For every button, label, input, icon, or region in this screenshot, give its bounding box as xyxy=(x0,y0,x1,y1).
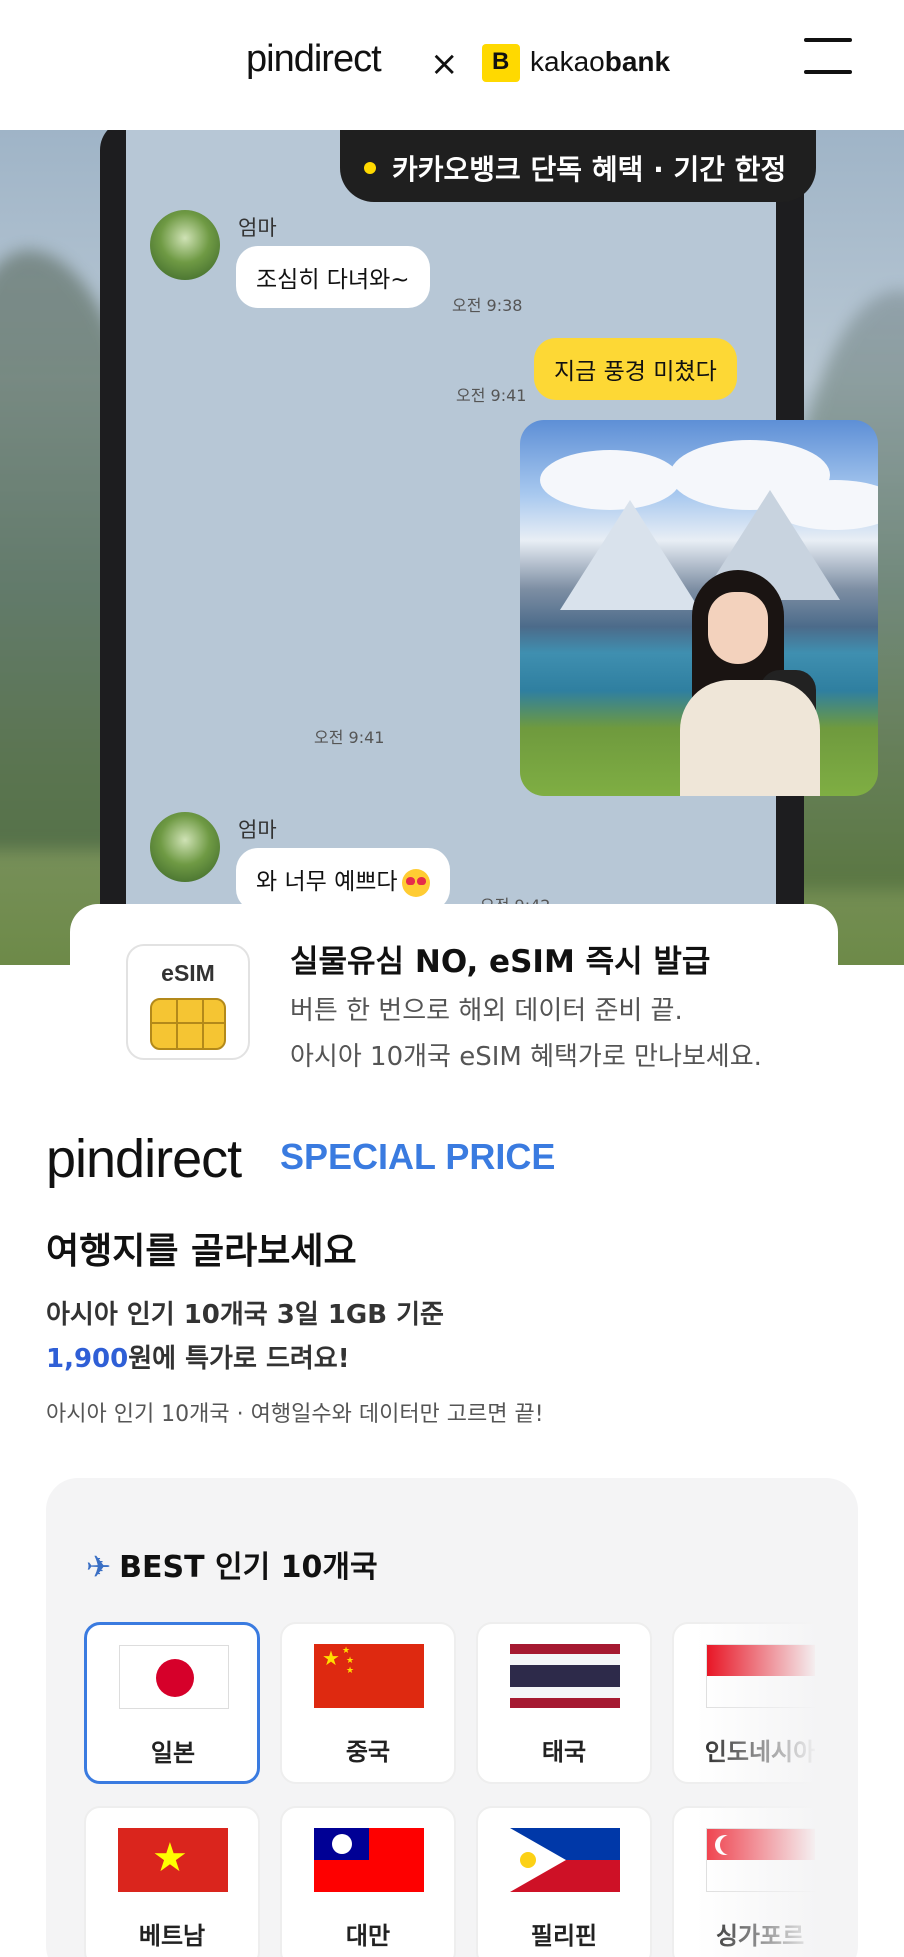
menu-icon[interactable] xyxy=(800,34,856,78)
chat-sender: 엄마 xyxy=(238,216,277,240)
offer-price: 1,900 xyxy=(46,1344,129,1374)
country-label: 베트남 xyxy=(138,1922,206,1950)
kakaobank-wordmark-light: kakao xyxy=(530,46,605,77)
chat-bubble-me: 지금 풍경 미쳤다 xyxy=(534,338,737,400)
china-flag-icon: ★ ★ ★ ★ xyxy=(314,1644,424,1708)
country-label: 싱가포르 xyxy=(715,1922,805,1950)
collab-cross: × xyxy=(430,44,459,84)
country-label: 필리핀 xyxy=(530,1922,598,1950)
avatar xyxy=(150,210,220,280)
country-tile-taiwan[interactable]: 대만 xyxy=(280,1806,456,1957)
chat-bubble-text: 와 너무 예쁘다 xyxy=(256,869,398,895)
chat-screen: 카카오뱅크 단독 혜택 · 기간 한정 엄마 조심히 다녀와~ 오전 9:38 … xyxy=(126,130,878,965)
country-panel: ✈ BEST 인기 10개국 일본 ★ ★ ★ ★ 중국 태국 인도네시아 ★ … xyxy=(46,1478,858,1957)
special-price-tag: SPECIAL PRICE xyxy=(280,1136,556,1177)
top-header: pindirect × B kakaobank xyxy=(0,0,904,130)
vietnam-flag-icon: ★ xyxy=(118,1828,228,1892)
promo-pill: 카카오뱅크 단독 혜택 · 기간 한정 xyxy=(340,130,816,202)
singapore-flag-icon xyxy=(706,1828,816,1892)
chat-photo[interactable] xyxy=(520,420,878,796)
esim-icon: eSIM xyxy=(126,944,250,1060)
taiwan-flag-icon xyxy=(314,1828,424,1892)
kakaobank-wordmark-bold: bank xyxy=(604,46,671,77)
best-countries-label: BEST 인기 10개국 xyxy=(119,1550,378,1585)
country-label: 대만 xyxy=(345,1922,391,1950)
country-label: 인도네시아 xyxy=(704,1738,816,1766)
pindirect-logo[interactable]: pindirect xyxy=(246,38,382,81)
esim-label: eSIM xyxy=(161,960,215,986)
sim-chip-icon xyxy=(150,998,226,1050)
esim-desc-line1: 버튼 한 번으로 해외 데이터 준비 끝. xyxy=(290,996,683,1026)
country-tile-thailand[interactable]: 태국 xyxy=(476,1622,652,1784)
country-tile-vietnam[interactable]: ★ 베트남 xyxy=(84,1806,260,1957)
kakaobank-logo-letter: B xyxy=(492,48,510,75)
country-label: 일본 xyxy=(150,1739,196,1767)
indonesia-flag-icon xyxy=(706,1644,816,1708)
chat-sender: 엄마 xyxy=(238,818,277,842)
chat-bubble: 와 너무 예쁘다 xyxy=(236,848,450,911)
section-title: 여행지를 골라보세요 xyxy=(46,1231,357,1272)
country-label: 태국 xyxy=(541,1738,587,1766)
offer-note: 아시아 인기 10개국 · 여행일수와 데이터만 고르면 끝! xyxy=(46,1402,544,1427)
chat-bubble: 조심히 다녀와~ xyxy=(236,246,430,308)
heart-eyes-emoji-icon xyxy=(401,868,430,897)
offer-line2: 1,900원에 특가로 드려요! xyxy=(46,1338,350,1375)
country-tile-singapore[interactable]: 싱가포르 xyxy=(672,1806,818,1957)
country-tile-philippines[interactable]: 필리핀 xyxy=(476,1806,652,1957)
esim-info-card: eSIM 실물유심 NO, eSIM 즉시 발급 버튼 한 번으로 해외 데이터… xyxy=(70,904,838,1084)
hero-banner: 카카오뱅크 단독 혜택 · 기간 한정 엄마 조심히 다녀와~ 오전 9:38 … xyxy=(0,130,904,965)
japan-flag-icon xyxy=(119,1645,229,1709)
offer-price-suffix: 원에 특가로 드려요! xyxy=(128,1344,350,1374)
chat-time: 오전 9:41 xyxy=(456,386,527,405)
chat-time: 오전 9:41 xyxy=(314,728,385,747)
country-label: 중국 xyxy=(345,1738,391,1766)
kakaobank-logo-icon: B xyxy=(482,44,520,82)
promo-dot-icon xyxy=(364,162,376,174)
chat-time: 오전 9:38 xyxy=(452,296,523,315)
airplane-icon: ✈ xyxy=(86,1550,112,1585)
country-grid: 일본 ★ ★ ★ ★ 중국 태국 인도네시아 ★ 베트남 대만 필리핀 싱가포르 xyxy=(84,1622,818,1957)
thailand-flag-icon xyxy=(510,1644,620,1708)
esim-desc-line2: 아시아 10개국 eSIM 혜택가로 만나보세요. xyxy=(290,1042,762,1072)
esim-title: 실물유심 NO, eSIM 즉시 발급 xyxy=(290,944,711,980)
philippines-flag-icon xyxy=(510,1828,620,1892)
pindirect-logo-large: pindirect xyxy=(46,1129,242,1189)
country-tile-japan[interactable]: 일본 xyxy=(84,1622,260,1784)
country-tile-indonesia[interactable]: 인도네시아 xyxy=(672,1622,818,1784)
offer-line1: 아시아 인기 10개국 3일 1GB 기준 xyxy=(46,1300,444,1330)
kakaobank-wordmark: kakaobank xyxy=(530,46,670,78)
best-countries-title: ✈ BEST 인기 10개국 xyxy=(86,1542,378,1586)
person-figure xyxy=(670,570,820,796)
promo-text: 카카오뱅크 단독 혜택 · 기간 한정 xyxy=(392,153,787,186)
avatar xyxy=(150,812,220,882)
country-tile-china[interactable]: ★ ★ ★ ★ 중국 xyxy=(280,1622,456,1784)
